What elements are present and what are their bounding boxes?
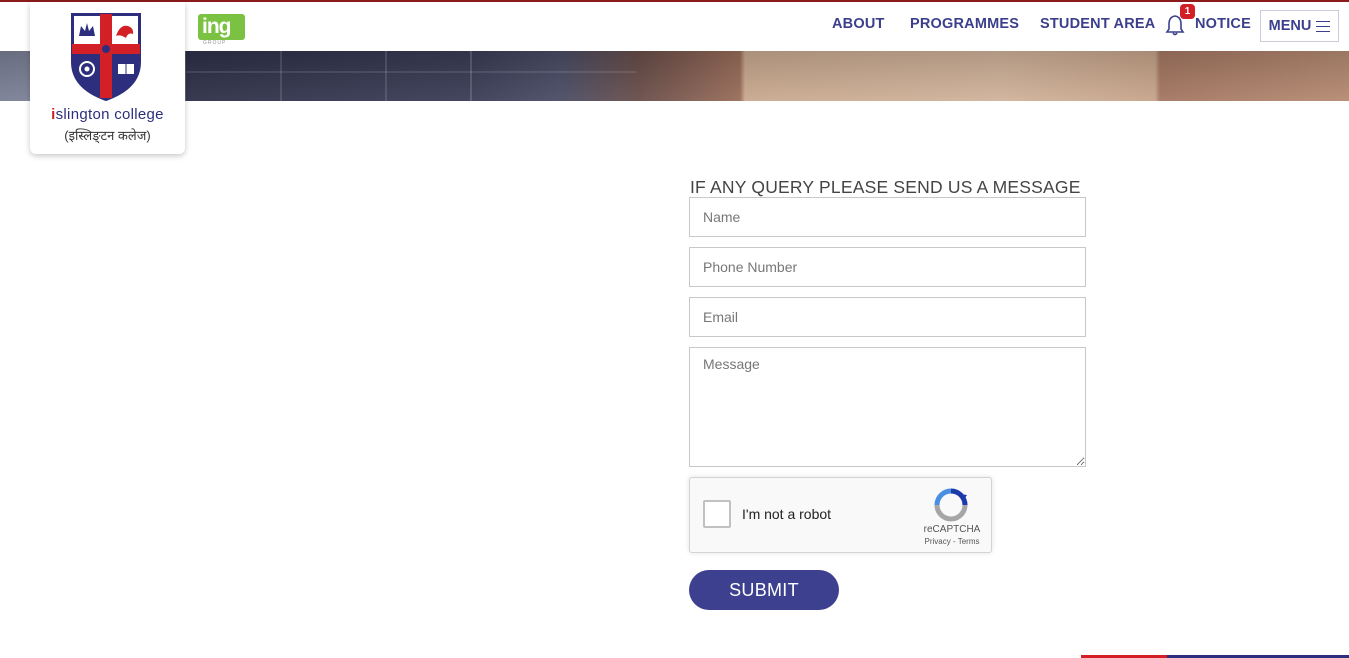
college-name-nepali: (इस्लिङ्टन कलेज): [64, 128, 151, 143]
college-crest-icon: [71, 13, 141, 102]
nav-notice[interactable]: NOTICE: [1195, 16, 1251, 32]
menu-label: MENU: [1268, 18, 1312, 34]
recaptcha-checkbox[interactable]: [703, 500, 731, 528]
recaptcha-brand: reCAPTCHA: [923, 524, 981, 535]
ing-group-logo[interactable]: ing GROUP: [198, 14, 246, 46]
recaptcha-logo-icon: [934, 488, 968, 522]
message-textarea[interactable]: [689, 347, 1086, 467]
submit-button[interactable]: SUBMIT: [689, 570, 839, 610]
notice-count-badge: 1: [1180, 4, 1195, 19]
recaptcha-label: I'm not a robot: [742, 506, 832, 522]
email-input[interactable]: [689, 297, 1086, 337]
phone-number-input[interactable]: [689, 247, 1086, 287]
hero-banner-image: [0, 51, 1349, 101]
college-logo-link[interactable]: islington college (इस्लिङ्टन कलेज): [30, 2, 185, 154]
nav-student-area[interactable]: STUDENT AREA: [1040, 16, 1155, 32]
recaptcha-privacy-terms[interactable]: Privacy - Terms: [913, 537, 991, 546]
recaptcha-widget: I'm not a robot reCAPTCHA Privacy - Term…: [689, 477, 992, 553]
hamburger-icon: [1316, 20, 1331, 32]
form-title: IF ANY QUERY PLEASE SEND US A MESSAGE: [690, 177, 1081, 197]
name-input[interactable]: [689, 197, 1086, 237]
nav-programmes[interactable]: PROGRAMMES: [910, 16, 1019, 32]
college-name: islington college: [51, 106, 164, 123]
nav-about[interactable]: ABOUT: [832, 16, 885, 32]
menu-button[interactable]: MENU: [1260, 10, 1339, 42]
